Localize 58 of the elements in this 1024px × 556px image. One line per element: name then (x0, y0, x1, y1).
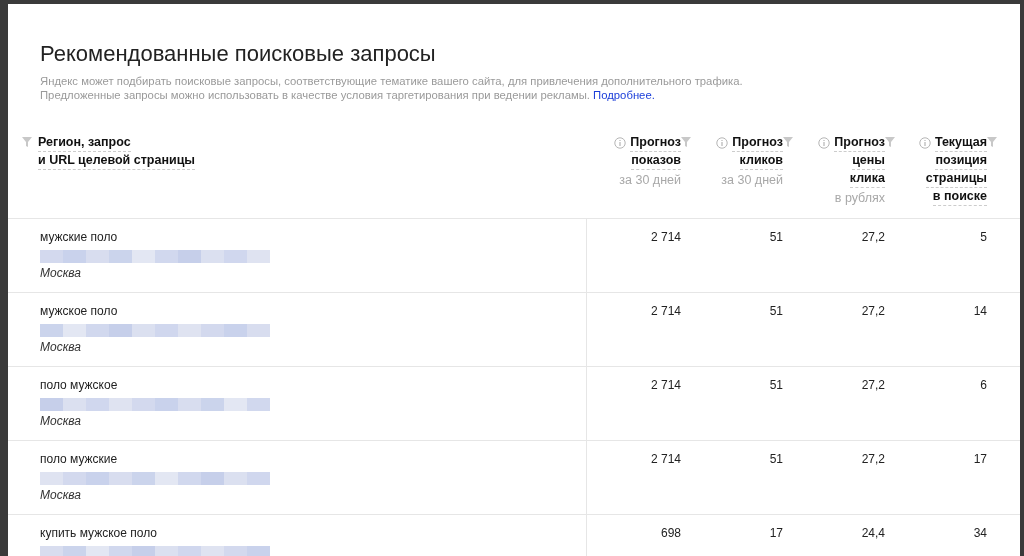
table-cell: 27,2 (861, 452, 885, 467)
table-cell: 2 714 (650, 230, 681, 245)
page-title: Рекомендованные поисковые запросы (40, 40, 437, 68)
table-cell: 24,4 (861, 526, 885, 541)
region-text: Москва (40, 340, 81, 355)
table-cell: 51 (769, 452, 783, 467)
table-cell: 2 714 (650, 452, 681, 467)
table-cell: 2 714 (650, 304, 681, 319)
column-note: в рублях (834, 190, 885, 207)
table-cell: 27,2 (861, 230, 885, 245)
filter-icon[interactable] (783, 137, 793, 147)
column-header[interactable]: и URL целевой страницы (38, 152, 196, 170)
table-cell: 14 (973, 304, 987, 319)
filter-icon[interactable] (885, 137, 895, 147)
table-cell: 698 (660, 526, 681, 541)
info-icon[interactable] (918, 137, 931, 149)
column-header[interactable]: цены (852, 152, 885, 170)
table-cell: 5 (980, 230, 987, 245)
column-header[interactable]: Прогноз (630, 134, 681, 152)
query-text: купить мужское поло (40, 526, 157, 541)
column-header[interactable]: Текущая (934, 134, 987, 152)
filter-icon[interactable] (681, 137, 691, 147)
table-cell: 27,2 (861, 304, 885, 319)
table-cell: 34 (973, 526, 987, 541)
column-header[interactable]: показов (631, 152, 681, 170)
table-cell: 51 (769, 378, 783, 393)
table-cell: 6 (980, 378, 987, 393)
query-text: поло мужское (40, 378, 118, 393)
table-cell: 2 714 (650, 378, 681, 393)
column-note: за 30 дней (721, 172, 783, 189)
region-text: Москва (40, 266, 81, 281)
column-header[interactable]: Прогноз (732, 134, 783, 152)
column-header[interactable]: кликов (739, 152, 783, 170)
column-header[interactable]: Прогноз (834, 134, 885, 152)
column-header[interactable]: позиция (935, 152, 987, 170)
table-cell: 27,2 (861, 378, 885, 393)
info-icon[interactable] (716, 137, 729, 149)
table-cell: 51 (769, 230, 783, 245)
more-link[interactable]: Подробнее. (593, 89, 655, 101)
column-note: за 30 дней (619, 172, 681, 189)
info-icon[interactable] (614, 137, 627, 149)
table-cell: 17 (973, 452, 987, 467)
column-header[interactable]: Регион, запрос (38, 134, 131, 152)
query-text: мужские поло (40, 230, 118, 245)
description: Яндекс может подбирать поисковые запросы, соответствующие тематике вашего сайта, для привлечения дополнительного трафика. (40, 74, 744, 88)
column-header[interactable]: страницы (925, 170, 987, 188)
filter-icon[interactable] (22, 137, 32, 147)
table-cell: 17 (769, 526, 783, 541)
region-text: Москва (40, 414, 81, 429)
filter-icon[interactable] (987, 137, 997, 147)
info-icon[interactable] (818, 137, 831, 149)
region-text: Москва (40, 488, 81, 503)
query-text: мужское поло (40, 304, 118, 319)
query-text: поло мужские (40, 452, 118, 467)
description: Предложенные запросы можно использовать в качестве условия таргетирования при ведении рекламы. Подробнее. (40, 88, 656, 102)
column-header[interactable]: в поиске (932, 188, 987, 206)
table-cell: 51 (769, 304, 783, 319)
column-header[interactable]: клика (849, 170, 885, 188)
